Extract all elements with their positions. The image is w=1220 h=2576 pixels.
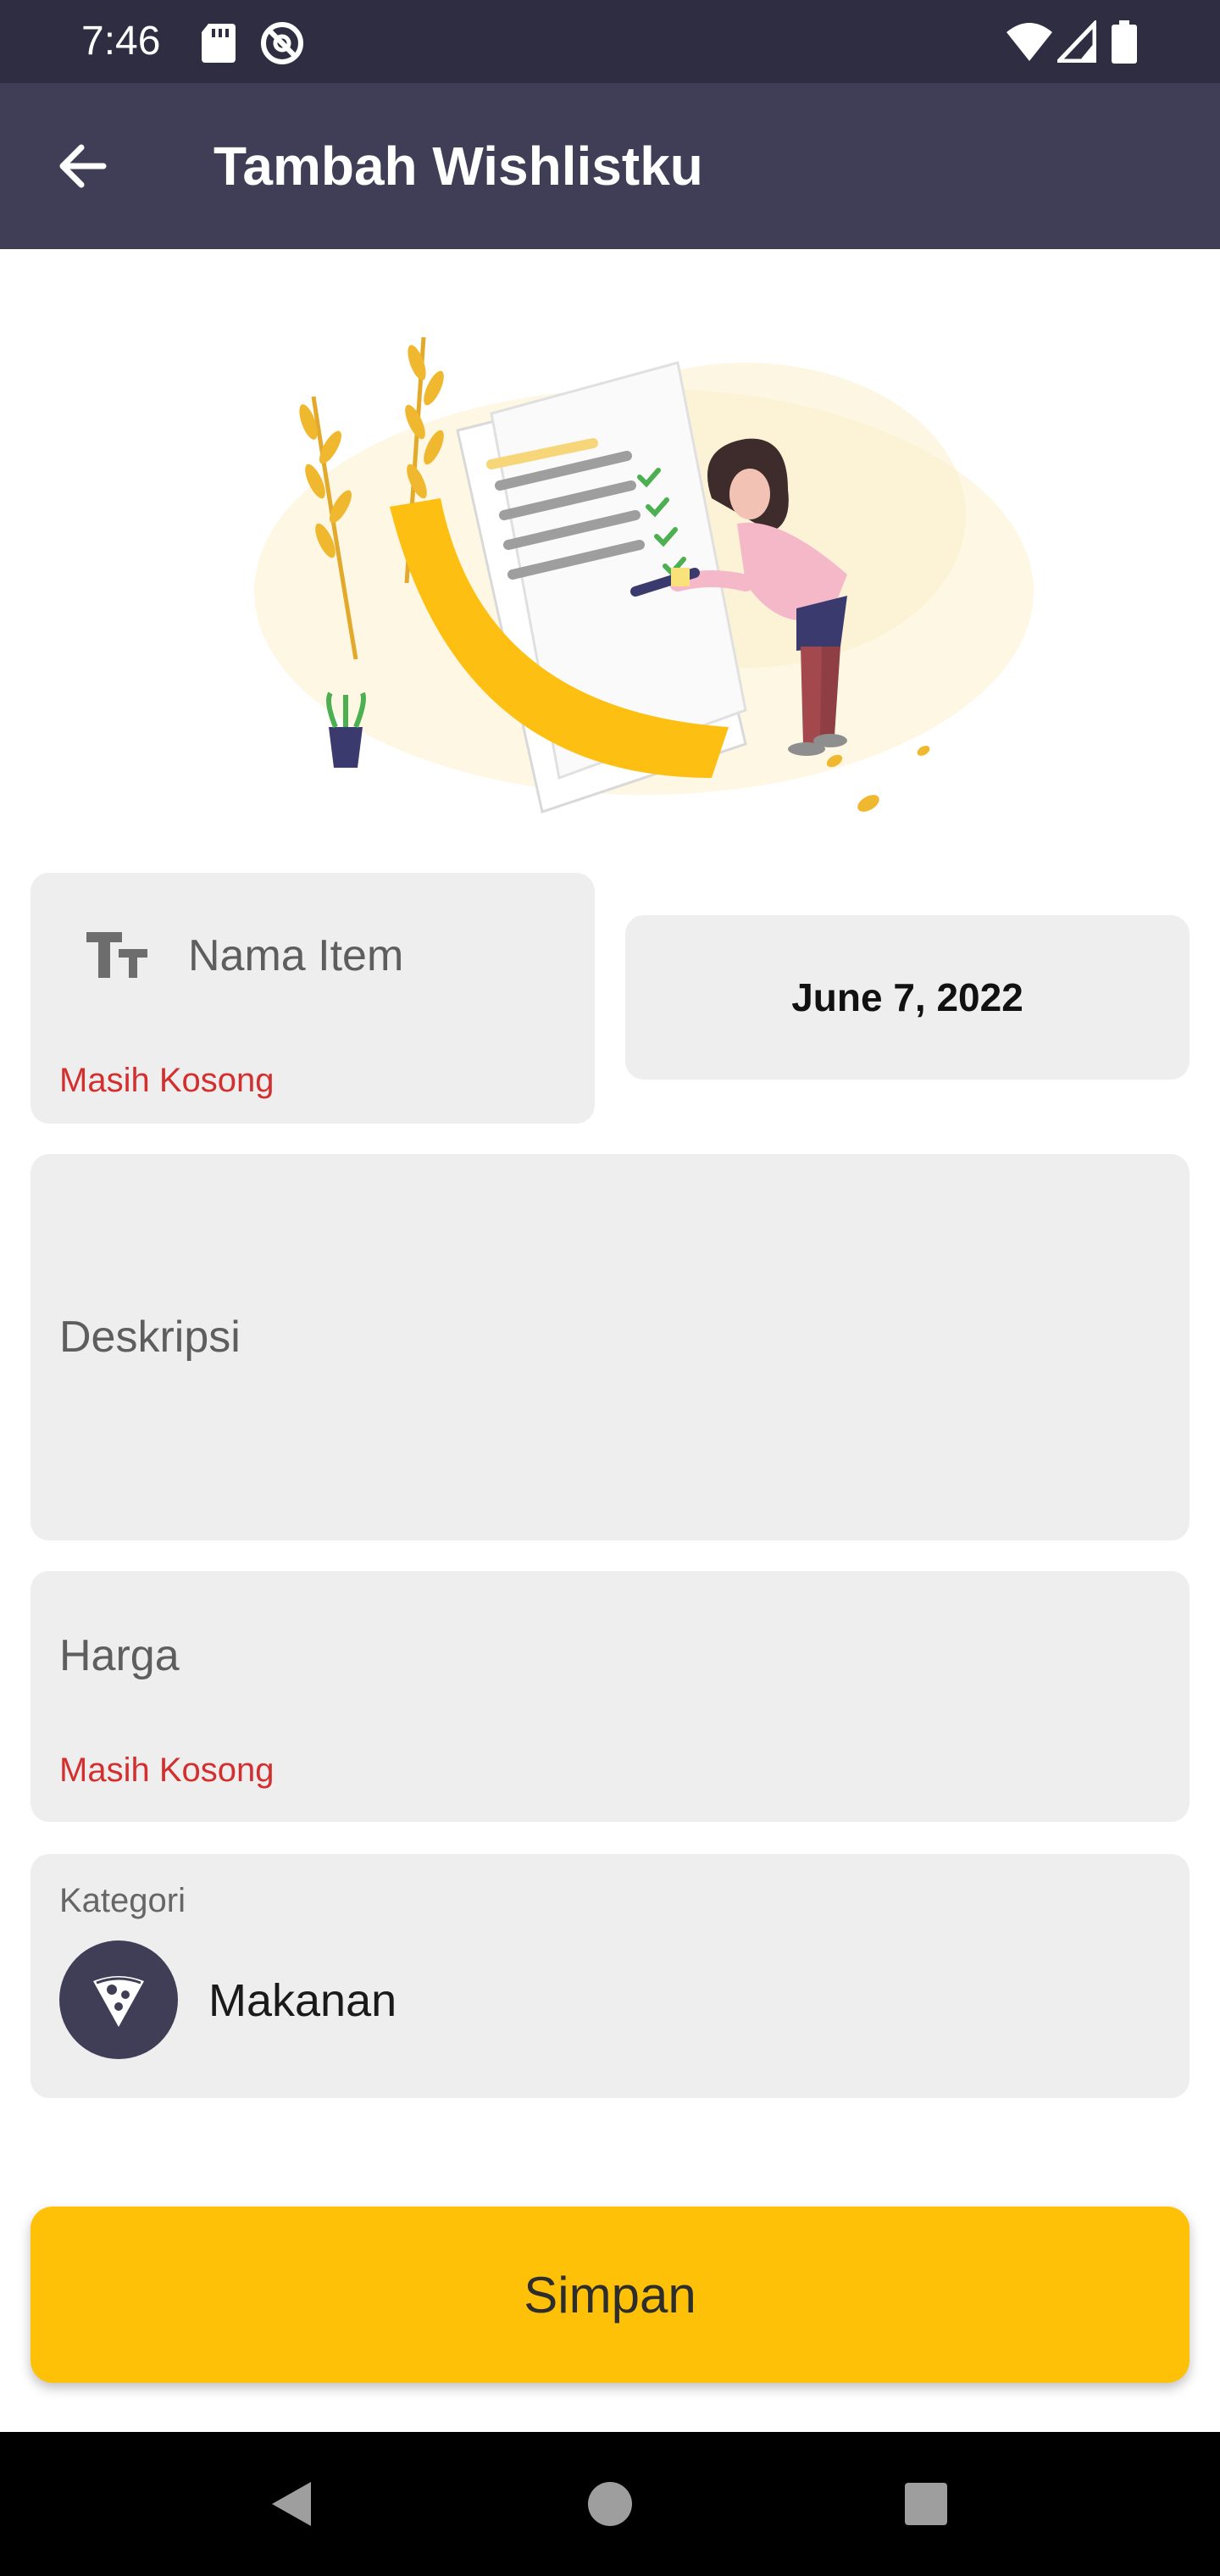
kategori-value: Makanan [208,1975,397,2026]
save-button-label: Simpan [524,2266,696,2323]
signal-icon [1054,18,1097,67]
save-button[interactable]: Simpan [30,2207,1190,2383]
text-size-icon [85,929,149,984]
do-not-disturb-icon [259,20,305,70]
deskripsi-field[interactable]: Deskripsi [30,1154,1190,1541]
back-button[interactable] [47,130,119,202]
date-picker-button[interactable]: June 7, 2022 [625,915,1190,1080]
wifi-icon [1005,20,1054,67]
nav-recents-button[interactable] [888,2466,964,2542]
back-triangle-icon [272,2482,311,2526]
kategori-label: Kategori [59,1882,186,1919]
nama-item-error: Masih Kosong [59,1062,274,1099]
kategori-selector[interactable]: Kategori Makanan [30,1854,1190,2098]
sd-card-icon [200,20,237,69]
harga-field[interactable]: Harga Masih Kosong [30,1571,1190,1822]
nama-item-placeholder: Nama Item [188,931,404,980]
home-circle-icon [588,2482,632,2526]
kategori-avatar [59,1940,178,2059]
date-value: June 7, 2022 [791,975,1023,1019]
system-navigation-bar [0,2432,1220,2576]
status-time: 7:46 [81,19,161,64]
wishlist-illustration [237,303,1042,863]
status-bar: 7:46 [0,0,1220,83]
arrow-left-icon [59,144,107,188]
deskripsi-placeholder: Deskripsi [59,1313,241,1362]
app-bar: Tambah Wishlistku [0,83,1220,249]
nav-back-button[interactable] [252,2466,329,2542]
harga-placeholder: Harga [59,1631,180,1680]
harga-error: Masih Kosong [59,1752,274,1789]
pizza-icon [93,1976,144,2027]
recents-square-icon [905,2483,947,2525]
battery-icon [1112,20,1137,69]
nama-item-field[interactable]: Nama Item Masih Kosong [30,873,595,1124]
nav-home-button[interactable] [572,2466,648,2542]
page-title: Tambah Wishlistku [214,136,703,197]
